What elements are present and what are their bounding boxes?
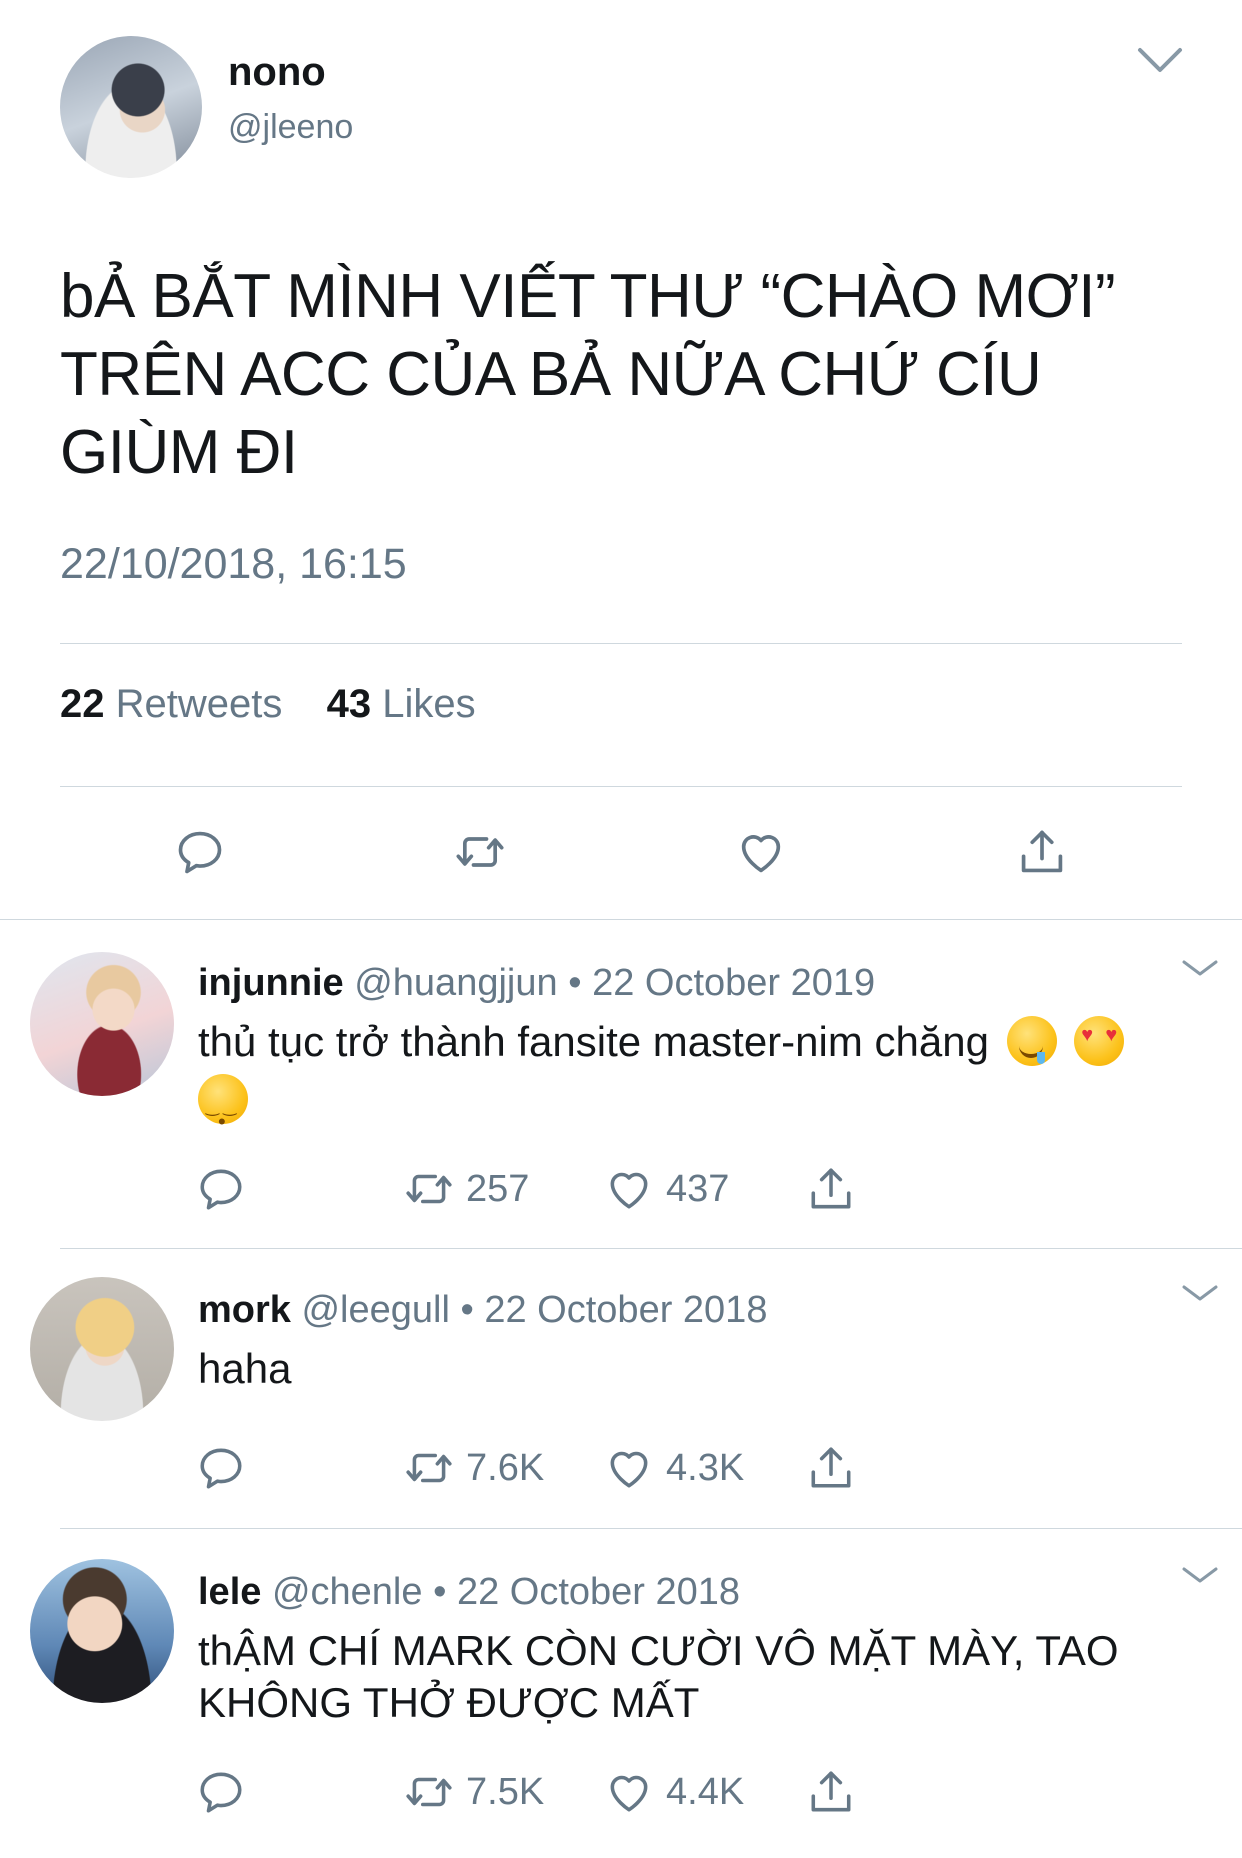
like-icon [610, 1775, 648, 1812]
chevron-down-icon[interactable] [1180, 956, 1220, 980]
reply-date[interactable]: 22 October 2018 [484, 1289, 767, 1331]
retweet-count: 257 [466, 1167, 530, 1210]
share-icon [811, 1771, 851, 1812]
share-button[interactable] [806, 1164, 868, 1214]
chevron-down-icon[interactable] [1136, 40, 1184, 80]
retweet-button[interactable]: 7.6K [404, 1443, 544, 1493]
reply-text: haha [198, 1345, 292, 1392]
separator-dot: • [460, 1289, 474, 1331]
like-count: 4.4K [666, 1770, 745, 1813]
share-icon [811, 1447, 851, 1488]
tweet-text-line: TRÊN ACC CỦA BẢ NỮA CHỨ CÍU [60, 340, 1042, 409]
retweet-count: 7.6K [466, 1446, 545, 1489]
reply-tweet[interactable]: mork @leegull • 22 October 2018 haha 7.6… [0, 1249, 1242, 1529]
reply-text-line: thẬM CHÍ MARK CÒN CƯỜI VÔ MẶT MÀY, TAO [198, 1627, 1119, 1674]
tweet-text-line: GIÙM ĐI [60, 418, 298, 487]
like-count: 437 [666, 1167, 730, 1210]
reply-author-name[interactable]: mork [198, 1289, 291, 1331]
reply-author-handle[interactable]: @chenle [272, 1571, 423, 1613]
heart-eyes-emoji [1074, 1016, 1125, 1066]
like-button[interactable]: 4.3K [604, 1443, 744, 1493]
avatar[interactable] [30, 1277, 174, 1421]
avatar[interactable] [30, 952, 174, 1096]
reply-author-handle[interactable]: @leegull [301, 1289, 449, 1331]
retweet-icon [406, 1453, 452, 1483]
kissing-face-emoji [198, 1074, 248, 1148]
reply-tweet[interactable]: lele @chenle • 22 October 2018 thẬM CHÍ … [0, 1529, 1242, 1858]
drooling-face-emoji [1006, 1016, 1057, 1066]
retweet-button[interactable] [450, 822, 510, 882]
reply-button[interactable] [196, 1767, 258, 1817]
like-button[interactable]: 4.4K [604, 1767, 744, 1817]
retweet-icon [406, 1174, 452, 1204]
like-count: 4.3K [666, 1446, 745, 1489]
reply-button[interactable] [170, 822, 230, 882]
retweet-icon [406, 1777, 452, 1807]
like-button[interactable]: 437 [604, 1164, 729, 1214]
share-button[interactable] [806, 1443, 868, 1493]
tweet-text-line: bẢ BẮT MÌNH VIẾT THƯ “CHÀO MƠI” [60, 262, 1116, 331]
reply-header: mork @leegull • 22 October 2018 [198, 1289, 767, 1332]
tweet-timestamp: 22/10/2018, 16:15 [60, 540, 407, 588]
retweet-icon [456, 837, 504, 867]
reply-text-content: thủ tục trở thành fansite master-nim chă… [198, 1018, 989, 1065]
author-name[interactable]: nono [228, 50, 326, 95]
tweet-stats: 22 Retweets 43 Likes [60, 682, 476, 727]
reply-icon [200, 1448, 242, 1489]
divider [60, 786, 1182, 787]
reply-text: thủ tục trở thành fansite master-nim chă… [198, 1016, 1208, 1148]
share-button[interactable] [806, 1767, 868, 1817]
reply-author-name[interactable]: lele [198, 1571, 261, 1613]
main-tweet: nono @jleeno bẢ BẮT MÌNH VIẾT THƯ “CHÀO … [0, 0, 1242, 920]
reply-header: injunnie @huangjjun • 22 October 2019 [198, 962, 875, 1005]
chevron-down-icon[interactable] [1180, 1563, 1220, 1587]
like-icon [610, 1172, 648, 1209]
separator-dot: • [568, 962, 582, 1004]
reply-author-name[interactable]: injunnie [198, 962, 344, 1004]
reply-icon [200, 1772, 242, 1813]
reply-author-handle[interactable]: @huangjjun [354, 962, 557, 1004]
reply-date[interactable]: 22 October 2018 [457, 1571, 740, 1613]
separator-dot: • [433, 1571, 447, 1613]
author-avatar[interactable] [60, 36, 202, 178]
share-button[interactable] [1012, 822, 1072, 882]
reply-tweet[interactable]: injunnie @huangjjun • 22 October 2019 th… [0, 920, 1242, 1248]
reply-icon [178, 831, 222, 874]
retweets-label[interactable]: Retweets [116, 682, 283, 726]
like-icon [741, 835, 781, 873]
share-icon [811, 1168, 851, 1209]
reply-date[interactable]: 22 October 2019 [592, 962, 875, 1004]
share-icon [1021, 830, 1063, 873]
reply-button[interactable] [196, 1443, 258, 1493]
likes-count[interactable]: 43 [327, 682, 372, 726]
avatar[interactable] [30, 1559, 174, 1703]
tweet-text: bẢ BẮT MÌNH VIẾT THƯ “CHÀO MƠI” TRÊN ACC… [60, 258, 1190, 492]
retweet-button[interactable]: 257 [404, 1164, 529, 1214]
retweets-count[interactable]: 22 [60, 682, 105, 726]
retweet-count: 7.5K [466, 1770, 545, 1813]
chevron-down-icon[interactable] [1180, 1281, 1220, 1305]
author-handle[interactable]: @jleeno [228, 108, 353, 147]
retweet-button[interactable]: 7.5K [404, 1767, 544, 1817]
reply-text-line: KHÔNG THỞ ĐƯỢC MẤT [198, 1679, 700, 1726]
divider [60, 643, 1182, 644]
reply-text: thẬM CHÍ MARK CÒN CƯỜI VÔ MẶT MÀY, TAO K… [198, 1625, 1208, 1729]
reply-header: lele @chenle • 22 October 2018 [198, 1571, 740, 1614]
like-icon [610, 1451, 648, 1488]
like-button[interactable] [731, 822, 791, 882]
reply-icon [200, 1169, 242, 1210]
likes-label[interactable]: Likes [382, 682, 475, 726]
reply-button[interactable] [196, 1164, 258, 1214]
